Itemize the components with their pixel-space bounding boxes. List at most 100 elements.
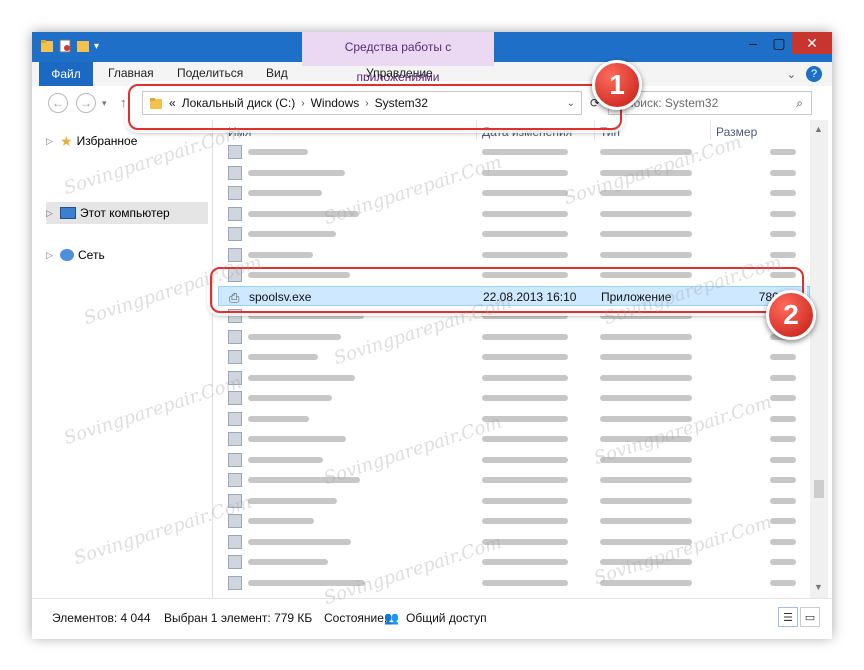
file-icon	[228, 534, 242, 549]
file-row[interactable]	[218, 552, 810, 572]
file-row[interactable]	[218, 347, 810, 367]
file-row[interactable]	[218, 470, 810, 490]
file-row[interactable]	[218, 163, 810, 183]
close-button[interactable]: ✕	[792, 32, 832, 54]
help-icon[interactable]: ?	[806, 66, 822, 82]
file-icon	[228, 206, 242, 221]
nav-item-favorites[interactable]: ▷ ★ Избранное	[46, 130, 208, 152]
blurred-cell	[770, 210, 796, 217]
tab-manage[interactable]: Управление	[366, 66, 433, 80]
back-button[interactable]: ←	[48, 93, 68, 113]
expand-ribbon-icon[interactable]: ⌄	[787, 68, 796, 81]
scrollbar-thumb[interactable]	[814, 480, 824, 498]
file-row[interactable]	[218, 429, 810, 449]
scroll-down-icon[interactable]: ▼	[814, 582, 823, 592]
file-row[interactable]	[218, 388, 810, 408]
blurred-cell	[600, 190, 692, 196]
tab-share[interactable]: Поделиться	[177, 66, 243, 80]
blurred-cell	[482, 149, 568, 155]
tab-view[interactable]: Вид	[266, 66, 288, 80]
breadcrumb-system32[interactable]: System32	[375, 96, 428, 110]
blurred-cell	[600, 538, 692, 545]
blurred-cell	[248, 395, 332, 401]
breadcrumb-windows[interactable]: Windows	[311, 96, 360, 110]
column-headers: Имя Дата изменения Тип Размер	[218, 120, 810, 140]
file-row[interactable]	[218, 491, 810, 511]
content-area: ▷ ★ Избранное ▷ Этот компьютер ▷ Сеть Им…	[32, 120, 832, 598]
blurred-cell	[482, 579, 568, 586]
breadcrumb-overflow[interactable]: «	[169, 96, 176, 110]
search-icon[interactable]: ⌕	[796, 96, 803, 111]
annotation-badge-1: 1	[592, 60, 642, 110]
blurred-cell	[248, 313, 364, 319]
status-bar: Элементов: 4 044 Выбран 1 элемент: 779 К…	[32, 598, 832, 639]
blurred-cell	[482, 395, 568, 401]
column-divider[interactable]	[710, 120, 711, 140]
column-divider[interactable]	[594, 120, 595, 140]
nav-item-this-pc[interactable]: ▷ Этот компьютер	[46, 202, 208, 224]
file-row[interactable]	[218, 368, 810, 388]
file-row[interactable]	[218, 573, 810, 593]
recent-locations-icon[interactable]: ▾	[102, 98, 107, 109]
up-button[interactable]: ↑	[120, 95, 127, 110]
tab-home[interactable]: Главная	[108, 66, 154, 80]
context-tab-header: Средства работы с приложениями	[302, 32, 494, 84]
blurred-cell	[770, 169, 796, 176]
column-divider[interactable]	[476, 120, 477, 140]
scroll-up-icon[interactable]: ▲	[814, 124, 823, 134]
selection-info: Выбран 1 элемент: 779 КБ	[164, 611, 313, 625]
breadcrumb-separator-icon[interactable]: ›	[365, 98, 368, 109]
file-icon	[228, 575, 242, 590]
vertical-scrollbar[interactable]: ▲ ▼	[810, 120, 828, 598]
blurred-cell	[770, 395, 796, 401]
tab-file[interactable]: Файл	[39, 62, 93, 86]
blurred-cell	[248, 354, 318, 360]
file-row[interactable]	[218, 245, 810, 265]
large-icons-view-button[interactable]: ▭	[800, 607, 820, 627]
address-dropdown-icon[interactable]: ⌄	[567, 98, 575, 109]
file-row[interactable]	[218, 204, 810, 224]
blurred-cell	[770, 518, 796, 524]
expand-arrow-icon[interactable]: ▷	[46, 250, 56, 261]
shared-users-icon: 👥	[384, 611, 399, 625]
file-row[interactable]	[218, 511, 810, 531]
navigation-bar: ← → ▾ ↑ « Локальный диск (C:) › Windows …	[32, 86, 832, 121]
blurred-cell	[248, 579, 365, 586]
column-header-date[interactable]: Дата изменения	[482, 125, 572, 139]
minimize-button[interactable]: –	[740, 32, 766, 54]
file-icon	[228, 186, 242, 200]
file-row[interactable]	[218, 265, 810, 285]
file-icon	[228, 329, 242, 344]
file-row[interactable]	[218, 224, 810, 244]
file-icon	[228, 165, 242, 180]
blurred-cell	[600, 477, 692, 483]
blurred-cell	[600, 374, 692, 381]
file-row[interactable]	[218, 450, 810, 470]
maximize-button[interactable]: ▢	[766, 32, 792, 54]
blurred-cell	[248, 518, 314, 524]
column-header-type[interactable]: Тип	[600, 125, 620, 139]
file-row[interactable]	[218, 409, 810, 429]
file-row[interactable]	[218, 532, 810, 552]
file-row[interactable]	[218, 327, 810, 347]
forward-button[interactable]: →	[76, 93, 96, 113]
breadcrumb-drive[interactable]: Локальный диск (C:)	[182, 96, 296, 110]
file-row[interactable]	[218, 142, 810, 162]
blurred-cell	[770, 579, 796, 586]
blurred-cell	[770, 497, 796, 504]
address-bar[interactable]: « Локальный диск (C:) › Windows › System…	[142, 91, 582, 115]
breadcrumb-separator-icon[interactable]: ›	[301, 98, 304, 109]
file-row-selected[interactable]: ⎙ spoolsv.exe 22.08.2013 16:10 Приложение 78…	[218, 285, 810, 306]
nav-item-network[interactable]: ▷ Сеть	[46, 244, 208, 266]
blurred-cell	[482, 210, 568, 217]
details-view-button[interactable]: ☰	[778, 607, 798, 627]
column-header-name[interactable]: Имя	[228, 125, 251, 139]
blurred-cell	[770, 354, 796, 360]
file-icon	[228, 309, 242, 323]
expand-arrow-icon[interactable]: ▷	[46, 208, 56, 219]
file-row[interactable]	[218, 183, 810, 203]
selected-file-type: Приложение	[601, 289, 672, 304]
file-row[interactable]	[218, 306, 810, 326]
column-header-size[interactable]: Размер	[716, 125, 757, 139]
expand-arrow-icon[interactable]: ▷	[46, 136, 56, 147]
